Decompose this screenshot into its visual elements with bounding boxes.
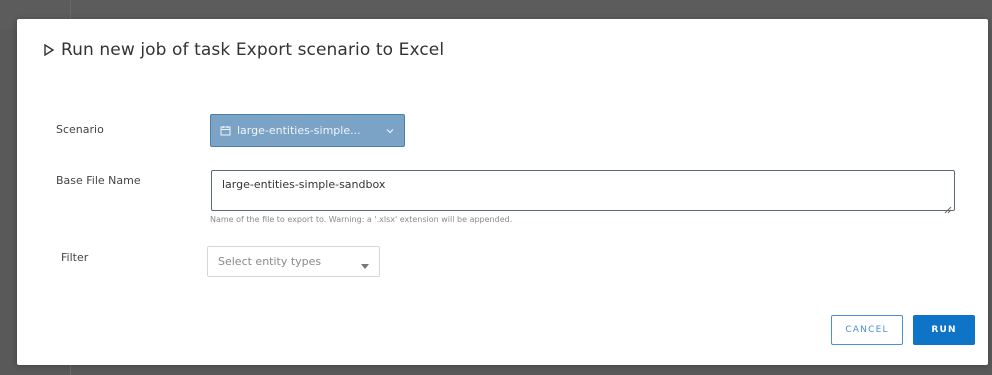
base-file-name-label: Base File Name xyxy=(56,174,141,187)
filter-placeholder: Select entity types xyxy=(218,255,322,268)
base-file-name-helper: Name of the file to export to. Warning: … xyxy=(210,215,513,224)
play-icon-graphic xyxy=(43,43,54,57)
scenario-select[interactable]: large-entities-simple... xyxy=(210,114,405,147)
caret-down-icon xyxy=(361,259,369,269)
dialog-title: Run new job of task Export scenario to E… xyxy=(61,40,445,60)
run-job-dialog: Run new job of task Export scenario to E… xyxy=(17,19,988,365)
chevron-down-icon xyxy=(385,126,395,136)
calendar-icon xyxy=(220,125,231,136)
dialog-header: Run new job of task Export scenario to E… xyxy=(41,38,444,62)
scenario-label: Scenario xyxy=(56,123,104,136)
cancel-button[interactable]: CANCEL xyxy=(831,315,903,345)
base-file-name-field[interactable]: large-entities-simple-sandbox xyxy=(211,170,955,214)
filter-label: Filter xyxy=(61,251,89,264)
resize-handle-graphic xyxy=(944,206,952,214)
calendar-icon-graphic xyxy=(220,126,231,136)
chevron-down-icon-graphic xyxy=(386,128,394,133)
resize-handle-icon[interactable] xyxy=(943,199,952,214)
scenario-value: large-entities-simple... xyxy=(237,124,361,137)
caret-down-icon-graphic xyxy=(361,264,369,269)
filter-select[interactable]: Select entity types xyxy=(207,246,380,277)
base-file-name-value: large-entities-simple-sandbox xyxy=(222,178,386,191)
play-icon xyxy=(41,42,56,58)
run-button[interactable]: RUN xyxy=(913,315,975,345)
